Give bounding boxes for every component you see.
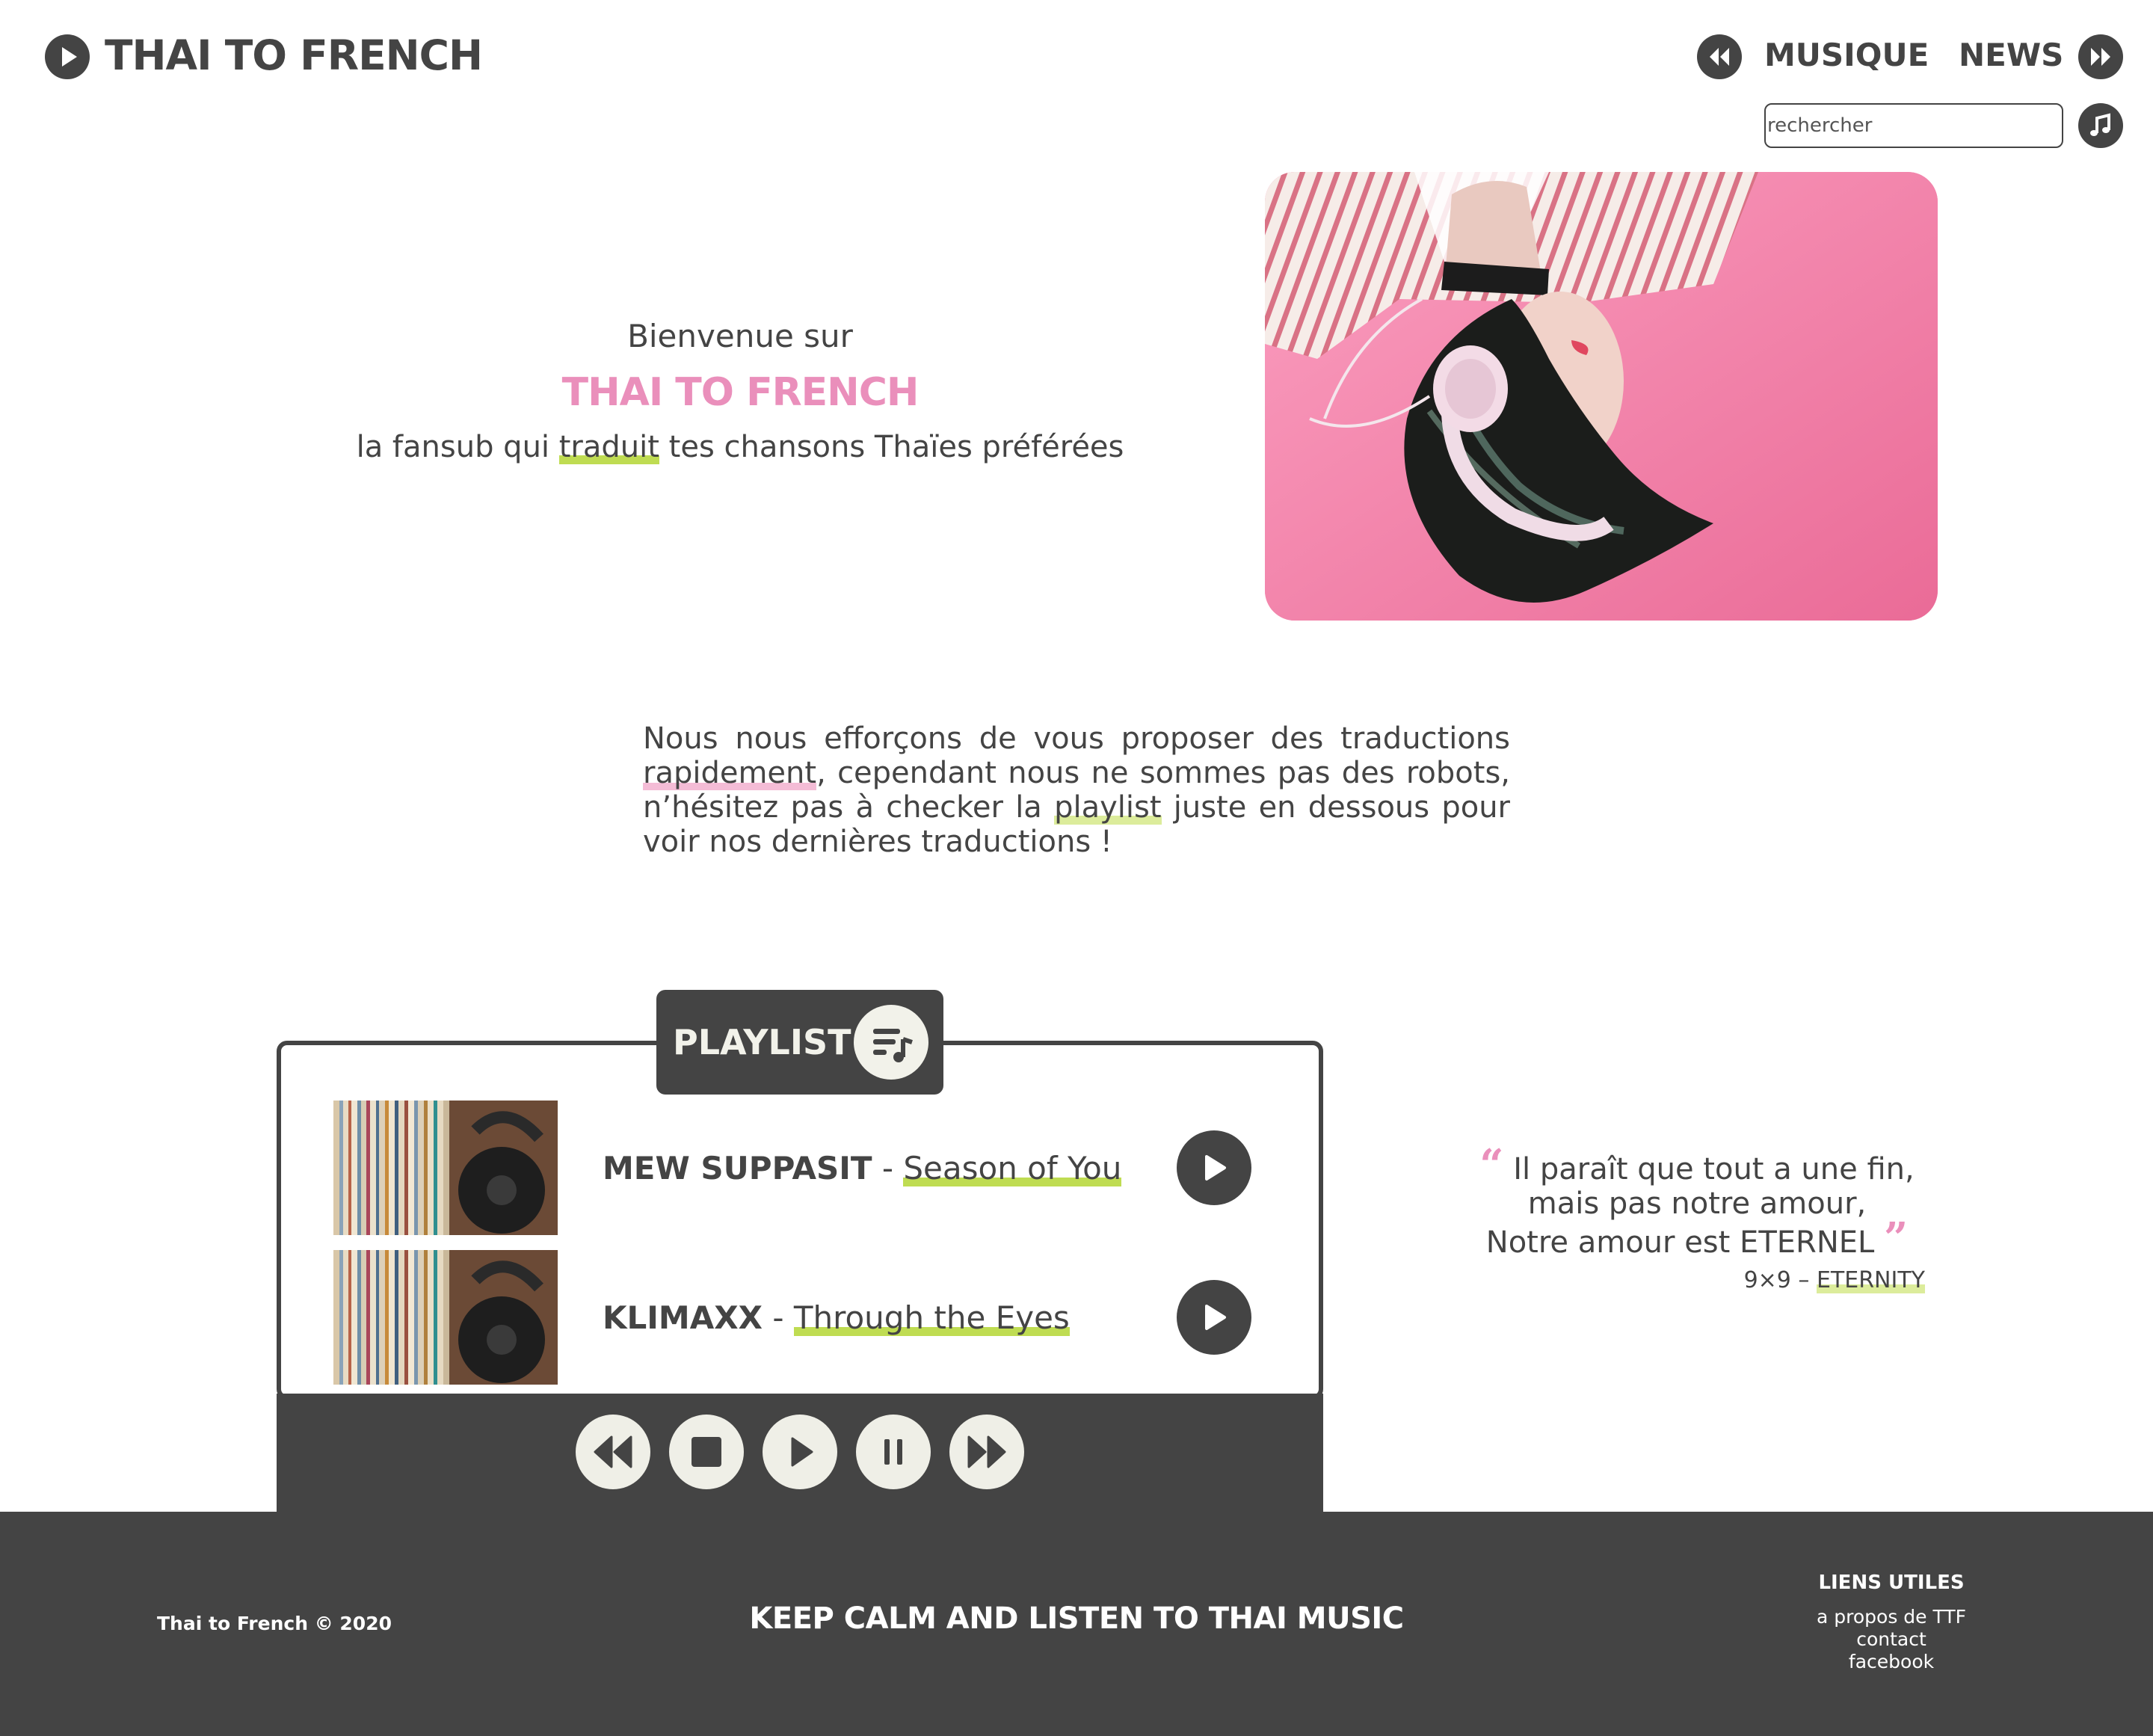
footer-link-about[interactable]: a propos de TTF (1779, 1606, 2003, 1628)
track-cover-image (333, 1101, 558, 1235)
track-1-label[interactable]: MEW SUPPASIT - Season of You (603, 1142, 1122, 1195)
hero-welcome-text: Bienvenue sur (627, 318, 853, 354)
fast-forward-nav-icon[interactable] (2078, 34, 2123, 79)
close-quote-icon: ” (1884, 1213, 1909, 1263)
intro-part-1: Nous nous efforçons de vous proposer des… (643, 721, 1510, 756)
footer: Thai to French © 2020 KEEP CALM AND LIST… (0, 1512, 2153, 1736)
footer-link-facebook[interactable]: facebook (1779, 1651, 2003, 1672)
fast-forward-button[interactable] (949, 1415, 1024, 1489)
track-title: Through the Eyes (793, 1299, 1070, 1336)
footer-slogan: KEEP CALM AND LISTEN TO THAI MUSIC (749, 1601, 1404, 1636)
intro-highlight-rapidement: rapidement (643, 756, 817, 790)
track-separator: - (763, 1299, 794, 1336)
nav-news-link[interactable]: NEWS (1959, 33, 2063, 78)
hero-tagline-highlight: traduit (558, 430, 659, 464)
quote-source-song-link[interactable]: ETERNITY (1816, 1267, 1925, 1293)
track-artist: KLIMAXX (603, 1299, 763, 1336)
footer-copyright: Thai to French © 2020 (157, 1613, 392, 1634)
play-button[interactable] (763, 1415, 837, 1489)
track-cover-image (333, 1250, 558, 1385)
rewind-nav-icon[interactable] (1697, 34, 1742, 79)
play-icon (791, 1437, 813, 1467)
track-1-play-button[interactable] (1177, 1130, 1251, 1205)
pause-icon (884, 1439, 902, 1465)
open-quote-icon: “ (1479, 1140, 1504, 1189)
stop-icon (692, 1437, 721, 1467)
site-logo-title[interactable]: THAI TO FRENCH (105, 28, 483, 82)
playlist-queue-icon[interactable] (854, 1005, 928, 1080)
track-2-play-button[interactable] (1177, 1280, 1251, 1355)
playlist-title: PLAYLIST (673, 1022, 851, 1062)
rewind-button[interactable] (576, 1415, 650, 1489)
player-controls-bar (277, 1394, 1323, 1513)
quote-line-1-text: Il paraît que tout a une fin, (1513, 1152, 1915, 1186)
hero-tagline: la fansub qui traduit tes chansons Thaïe… (224, 430, 1256, 464)
rewind-icon (594, 1435, 632, 1468)
quote-line-2: mais pas notre amour, (1527, 1186, 1867, 1221)
quote-source-prefix: 9×9 – (1743, 1267, 1817, 1293)
track-title: Season of You (903, 1150, 1122, 1186)
lyric-quote: “ Il paraît que tout a une fin, mais pas… (1458, 1144, 1936, 1260)
pause-button[interactable] (856, 1415, 931, 1489)
nav-musique-link[interactable]: MUSIQUE (1764, 33, 1929, 78)
music-note-search-icon[interactable] (2078, 103, 2123, 148)
track-separator: - (872, 1150, 904, 1186)
quote-line-1: “ Il paraît que tout a une fin, (1458, 1144, 1936, 1186)
playlist-tab: PLAYLIST (656, 990, 943, 1095)
hero-tagline-end: tes chansons Thaïes préférées (659, 430, 1124, 464)
search-input[interactable] (1764, 103, 2063, 148)
quote-source: 9×9 – ETERNITY (1645, 1267, 1925, 1293)
fast-forward-icon (967, 1435, 1006, 1468)
track-2-label[interactable]: KLIMAXX - Through the Eyes (603, 1292, 1070, 1344)
intro-highlight-playlist: playlist (1054, 790, 1162, 825)
footer-link-contact[interactable]: contact (1779, 1628, 2003, 1650)
hero-photo-woman-headphones (1265, 172, 1938, 621)
intro-paragraph: Nous nous efforçons de vous proposer des… (643, 721, 1510, 859)
play-logo-icon[interactable] (45, 34, 90, 79)
hero-tagline-start: la fansub qui (356, 430, 559, 464)
footer-links-title: LIENS UTILES (1818, 1572, 1965, 1594)
quote-line-3-text: Notre amour est ETERNEL (1485, 1225, 1875, 1260)
stop-button[interactable] (669, 1415, 744, 1489)
hero-brand-title: THAI TO FRENCH (561, 370, 920, 415)
quote-line-3: Notre amour est ETERNEL ” (1458, 1217, 1936, 1260)
track-artist: MEW SUPPASIT (603, 1150, 872, 1186)
